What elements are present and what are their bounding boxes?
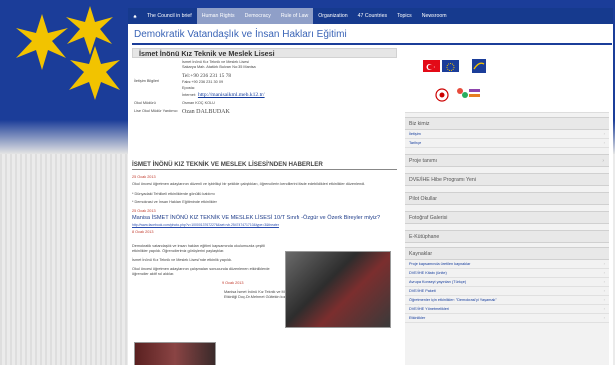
- sidebar-link-kaynak[interactable]: Etkinlikler ›: [405, 314, 609, 323]
- sidebar-link-kaynak[interactable]: Avrupa Konseyi yayınları (Türkçe) ›: [405, 278, 609, 287]
- principal-label: Okul Müdürü: [134, 101, 156, 105]
- school-info: İsmet İnönü Kız Teknik ve Meslek Lisesi …: [132, 58, 397, 123]
- sidebar-link-label: Proje kapsamında üretilen kaynaklar: [409, 262, 471, 266]
- fax: Faks:+90 236 231 30 09: [182, 80, 224, 84]
- sidebar-link-label: Etkinlikler: [409, 316, 426, 320]
- news-heading: İSMET İNÖNÜ KIZ TEKNİK VE MESLEK LİSESİ'…: [132, 161, 397, 170]
- sidebar-header-label: DVE/İHE Hibe Programı Yeni: [409, 176, 476, 183]
- school-website-link[interactable]: http://manisaikml.meb.k12.tr/: [198, 92, 265, 98]
- chevron-right-icon: ›: [603, 261, 605, 266]
- sidebar-link-label: Tarihçe: [409, 141, 422, 145]
- sidebar-link-label: Avrupa Konseyi yayınları (Türkçe): [409, 280, 467, 284]
- vice-principal-label: Lise Okul Müdür Yardımcı: [134, 109, 178, 113]
- sidebar-header-biz-kimiz[interactable]: Biz kimiz: [405, 117, 609, 130]
- sidebar-header-fotograf-galerisi[interactable]: Fotoğraf Galerisi: [405, 211, 609, 224]
- email-label: Eposta:: [182, 86, 195, 90]
- chevron-right-icon: ›: [602, 157, 604, 164]
- news-date: 8 Ocak 2013: [132, 230, 154, 234]
- news-link[interactable]: http://www.facebook.com/photo.php?v=1000…: [132, 223, 397, 227]
- vice-principal-name: Ozan DALBUDAK: [182, 109, 230, 115]
- sidebar-link-label: DVE/İHE Kitabı (ünite): [409, 271, 447, 275]
- sidebar-link-label: Öğretmenler için etkinlikler: "Demokrasi…: [409, 298, 497, 302]
- news-photo-students[interactable]: [285, 251, 391, 328]
- star-icon: [16, 14, 68, 70]
- sidebar-link-tarihce[interactable]: Tarihçe ›: [405, 139, 609, 148]
- news-bullet: * Dünyadaki Tehlikeli etkinliklerde gönü…: [132, 192, 215, 196]
- news-text: Okul öncesi öğretmen adaylarının çalışma…: [132, 267, 270, 276]
- school-name-header: İsmet İnönü Kız Teknik ve Meslek Lisesi: [132, 48, 397, 58]
- sidebar-link-kaynak[interactable]: DVE/İHE Yönetmelikleri ›: [405, 305, 609, 314]
- sidebar-header-label: Kaynaklar: [409, 250, 433, 257]
- sidebar-header-label: E-Kütüphane: [409, 233, 440, 240]
- sidebar-header-label: Biz kimiz: [409, 120, 430, 127]
- telephone: Tel:+90 236 231 15 78: [182, 73, 232, 79]
- nav-item-democracy[interactable]: Democracy: [239, 8, 276, 24]
- sidebar-link-kaynak[interactable]: DVE/İHE Kitabı (ünite) ›: [405, 269, 609, 278]
- nav-item-human-rights[interactable]: Human Rights: [196, 8, 240, 24]
- principal-name: Osman KOÇ KOLU: [182, 101, 215, 105]
- chevron-right-icon: ›: [603, 306, 605, 311]
- nav-item-topics[interactable]: Topics: [392, 8, 417, 24]
- chevron-right-icon: ›: [603, 288, 605, 293]
- project-logo: [455, 86, 481, 102]
- sidebar-link-kaynak[interactable]: Proje kapsamında üretilen kaynaklar ›: [405, 260, 609, 269]
- sidebar-header-e-kutuphane[interactable]: E-Kütüphane: [405, 230, 609, 243]
- news-text: Okul öncesi öğretmen adaylarının düzenli…: [132, 182, 366, 186]
- sidebar-link-kaynak[interactable]: DVE/İHE Paketi ›: [405, 287, 609, 296]
- sidebar: Biz kimiz İletişim › Tarihçe › Proje tanım…: [405, 48, 609, 365]
- sidebar-header-label: Fotoğraf Galerisi: [409, 214, 448, 221]
- internet-label: İnternet:: [182, 93, 196, 97]
- sidebar-link-label: DVE/İHE Yönetmelikleri: [409, 307, 450, 311]
- eu-flag-icon: [442, 60, 459, 72]
- home-icon[interactable]: [128, 8, 142, 24]
- sidebar-header-label: Proje tanımı: [409, 157, 437, 164]
- news-bullet: * Demokrasi ve İnsan Hakları Eğitiminde …: [132, 200, 217, 204]
- news-text: İsmet İnönü Kız Teknik ve Meslek Lisesi'…: [132, 258, 233, 262]
- news-photo-conference[interactable]: [134, 342, 216, 365]
- nav-item-organization[interactable]: Organization: [313, 8, 352, 24]
- address-line-2: Sakarya Mah. Atatürk Bulvarı No:35 Manis…: [182, 65, 256, 69]
- chevron-right-icon: ›: [603, 279, 605, 284]
- news-title[interactable]: Manisa İSMET İNÖNÜ KIZ TEKNİK VE MESLEK …: [132, 215, 397, 222]
- contact-label: İletişim Bilgileri: [134, 79, 160, 83]
- sidebar-header-hibe-programi[interactable]: DVE/İHE Hibe Programı Yeni: [405, 173, 609, 186]
- nav-item-countries[interactable]: 47 Countries: [353, 8, 392, 24]
- star-icon: [66, 6, 113, 55]
- sidebar-header-proje-tanimi[interactable]: Proje tanımı ›: [405, 154, 609, 167]
- chevron-right-icon: ›: [603, 297, 605, 302]
- top-navigation: The Council in brief Human Rights Democr…: [128, 8, 613, 24]
- chevron-right-icon: ›: [603, 315, 605, 320]
- main-page: Demokratik Vatandaşlık ve İnsan Hakları …: [128, 24, 613, 365]
- address-line-1: İsmet İnönü Kız Teknik ve Meslek Lisesi: [182, 60, 250, 64]
- site-title[interactable]: Demokratik Vatandaşlık ve İnsan Hakları …: [134, 29, 347, 40]
- news-text: Demokratik vatandaşlık ve insan hakları …: [132, 244, 265, 253]
- sidebar-header-kaynaklar[interactable]: Kaynaklar: [405, 247, 609, 260]
- meb-logo: [435, 88, 449, 102]
- nav-item-newsroom[interactable]: Newsroom: [417, 8, 452, 24]
- council-of-europe-logo: [472, 59, 486, 73]
- internet-row: İnternet: http://manisaikml.meb.k12.tr/: [182, 92, 265, 98]
- sidebar-header-label: Pilot Okullar: [409, 195, 437, 202]
- sidebar-header-pilot-okullar[interactable]: Pilot Okullar: [405, 192, 609, 205]
- title-divider: [132, 43, 612, 45]
- news-date: 25 Ocak 2013: [132, 175, 156, 179]
- sidebar-link-kaynak[interactable]: Öğretmenler için etkinlikler: "Demokrasi…: [405, 296, 609, 305]
- news-date: 25 Ocak 2013: [132, 209, 156, 213]
- nav-item-council[interactable]: The Council in brief: [142, 8, 197, 24]
- sidebar-logos: [405, 48, 609, 113]
- chevron-right-icon: ›: [603, 270, 605, 275]
- sidebar-link-label: DVE/İHE Paketi: [409, 289, 436, 293]
- turkey-flag-icon: [423, 60, 440, 72]
- chevron-right-icon: ›: [603, 131, 605, 136]
- council-stars-logo: [16, 6, 120, 100]
- sidebar-link-label: İletişim: [409, 132, 421, 136]
- nav-item-rule-of-law[interactable]: Rule of Law: [275, 8, 314, 24]
- chevron-right-icon: ›: [603, 140, 605, 145]
- star-icon: [69, 46, 120, 100]
- sidebar-link-iletisim[interactable]: İletişim ›: [405, 130, 609, 139]
